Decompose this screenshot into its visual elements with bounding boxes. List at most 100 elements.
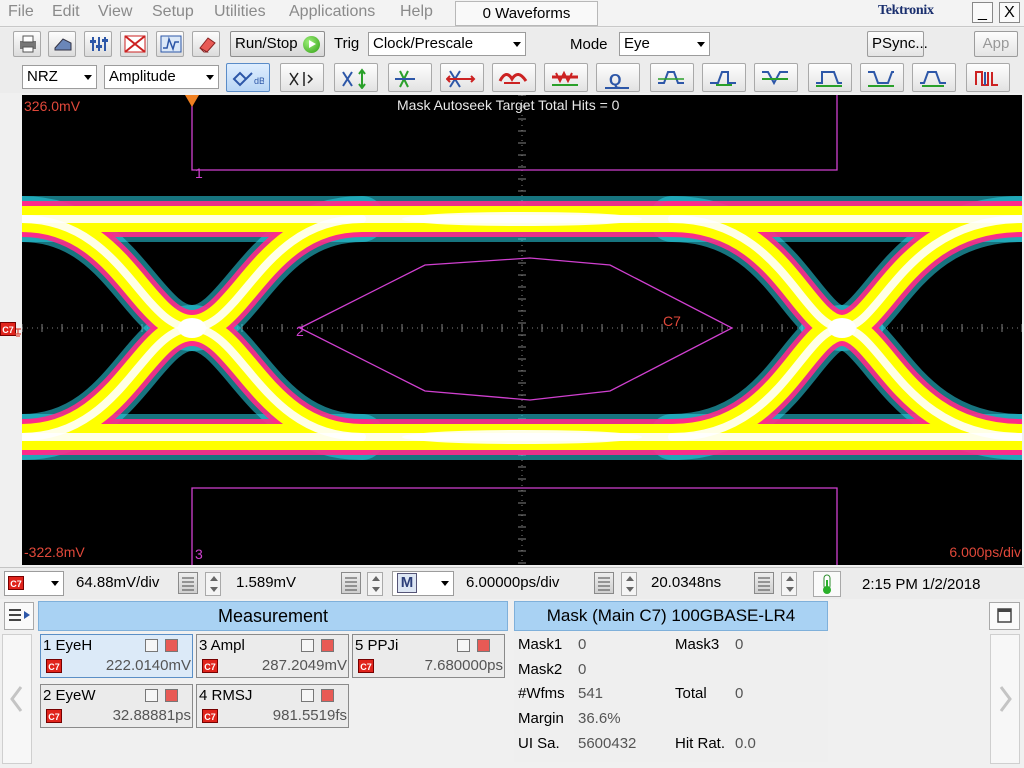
setup-button[interactable] [84, 31, 112, 57]
vertical-scale-spinner[interactable] [205, 572, 221, 596]
scroll-right-button[interactable] [990, 634, 1020, 764]
eye-crossing-button[interactable] [280, 63, 324, 92]
statistics-icon[interactable] [145, 639, 158, 652]
wfms-value: 541 [578, 685, 604, 702]
minimize-button[interactable]: _ [972, 2, 993, 23]
mode-label: Mode [570, 36, 608, 53]
vertical-offset-keypad-button[interactable] [341, 572, 361, 594]
measurement-card[interactable]: 3 Ampl C7 287.2049mV [196, 634, 349, 678]
scroll-left-button[interactable] [2, 634, 32, 764]
histogram-button[interactable] [492, 63, 536, 92]
panel-menu-button[interactable] [4, 602, 34, 630]
bottom-voltage-readout: -322.8mV [24, 544, 85, 560]
channel-ground-marker[interactable]: C7 [0, 320, 22, 344]
clear-data-button[interactable] [192, 31, 220, 57]
statistics-icon[interactable] [145, 689, 158, 702]
remove-measurement-icon[interactable] [321, 639, 334, 652]
eye-crossing-hotspot [178, 318, 206, 338]
vertical-scale-field[interactable]: 64.88mV/div [70, 571, 176, 596]
mask-results: Mask1 0 Mask3 0 Mask2 0 #Wfms 541 Total … [514, 632, 828, 762]
remove-measurement-icon[interactable] [321, 689, 334, 702]
menu-applications[interactable]: Applications [289, 3, 375, 21]
undock-panel-button[interactable] [989, 602, 1020, 630]
signal-type-select[interactable]: NRZ [22, 65, 97, 89]
mask-hits-button[interactable] [544, 63, 588, 92]
mask-header[interactable]: Mask (Main C7) 100GBASE-LR4 [514, 601, 828, 631]
statistics-icon[interactable] [301, 689, 314, 702]
math-select[interactable]: M [392, 571, 454, 596]
channel-select[interactable]: C7 [4, 571, 64, 596]
statistics-icon[interactable] [457, 639, 470, 652]
mask-test-button[interactable] [120, 31, 148, 57]
q-factor-button[interactable]: Q [596, 63, 640, 92]
horizontal-position-keypad-button[interactable] [754, 572, 774, 594]
horizontal-position-field[interactable]: 20.0348ns [645, 571, 753, 596]
pattern-button[interactable] [966, 63, 1010, 92]
eye-crossing-icon [289, 72, 314, 86]
temperature-status-button[interactable] [813, 571, 841, 597]
measurement-class-value: Amplitude [109, 68, 176, 85]
channel-chip: C7 [46, 709, 62, 723]
period-button[interactable] [912, 63, 956, 92]
vertical-offset-spinner[interactable] [367, 572, 383, 596]
rise-time-icon [658, 71, 684, 84]
horizontal-scale-keypad-button[interactable] [594, 572, 614, 594]
mask3-label: Mask3 [675, 636, 720, 653]
remove-measurement-icon[interactable] [165, 639, 178, 652]
timebase-readout: 6.000ps/div [949, 544, 1021, 560]
svg-text:Q: Q [609, 72, 621, 89]
horizontal-position-spinner[interactable] [781, 572, 797, 596]
eye-db-button[interactable]: dB [226, 63, 270, 92]
measurement-name: 5 PPJi [355, 637, 399, 654]
measurement-card[interactable]: 2 EyeW C7 32.88881ps [40, 684, 193, 728]
eye-width-button[interactable] [440, 63, 484, 92]
close-button[interactable]: X [999, 2, 1020, 23]
menu-utilities[interactable]: Utilities [214, 3, 266, 21]
menu-edit[interactable]: Edit [52, 3, 80, 21]
measurement-card[interactable]: 4 RMSJ C7 981.5519fs [196, 684, 349, 728]
psync-button[interactable]: PSync... [867, 31, 928, 57]
measurement-class-select[interactable]: Amplitude [104, 65, 219, 89]
menu-view[interactable]: View [98, 3, 132, 21]
waveform-channel-label: C7 [663, 313, 681, 329]
remove-measurement-icon[interactable] [165, 689, 178, 702]
eye-trace-hotspot [402, 430, 642, 444]
vertical-offset-field[interactable]: 1.589mV [230, 571, 338, 596]
statistics-icon[interactable] [301, 639, 314, 652]
mask1-label: Mask1 [518, 636, 563, 653]
jitter-icon [395, 70, 415, 88]
main-toolbar: Run/Stop Trig Clock/Prescale Mode Eye PS… [0, 28, 1024, 62]
horizontal-scale-field[interactable]: 6.00000ps/div [460, 571, 592, 596]
menu-setup[interactable]: Setup [152, 3, 194, 21]
measurement-card[interactable]: 1 EyeH C7 222.0140mV [40, 634, 193, 678]
fall-time-button[interactable] [702, 63, 746, 92]
jitter-button[interactable] [388, 63, 432, 92]
chevron-down-icon [51, 581, 59, 586]
vertical-scale-keypad-button[interactable] [178, 572, 198, 594]
print-button[interactable] [13, 31, 41, 57]
math-button: M [397, 573, 417, 593]
run-stop-button[interactable]: Run/Stop [230, 31, 325, 57]
horizontal-scale-spinner[interactable] [621, 572, 637, 596]
eye-diagram-display[interactable]: 326.0mV -322.8mV 6.000ps/div Mask Autose… [22, 95, 1022, 565]
recall-button[interactable] [48, 31, 76, 57]
rise-time-button[interactable] [650, 63, 694, 92]
pulse-high-button[interactable] [808, 63, 852, 92]
app-button[interactable]: App [974, 31, 1018, 57]
measurement-card[interactable]: 5 PPJi C7 7.680000ps [352, 634, 505, 678]
measurement-value: 287.2049mV [261, 657, 347, 674]
menu-help[interactable]: Help [400, 3, 433, 21]
eraser-icon [199, 37, 216, 53]
remove-measurement-icon[interactable] [477, 639, 490, 652]
eye-height-button[interactable] [334, 63, 378, 92]
mask-autoseek-status: Mask Autoseek Target Total Hits = 0 [397, 97, 620, 113]
pulse-low-button[interactable] [860, 63, 904, 92]
total-value: 0 [735, 685, 744, 702]
crossing-button[interactable] [754, 63, 798, 92]
trigger-source-select[interactable]: Clock/Prescale [368, 32, 526, 56]
mode-select[interactable]: Eye [619, 32, 710, 56]
ui-samples-value: 5600432 [578, 735, 637, 752]
measurement-header[interactable]: Measurement [38, 601, 508, 631]
menu-file[interactable]: File [8, 3, 34, 21]
autoscale-button[interactable] [156, 31, 184, 57]
